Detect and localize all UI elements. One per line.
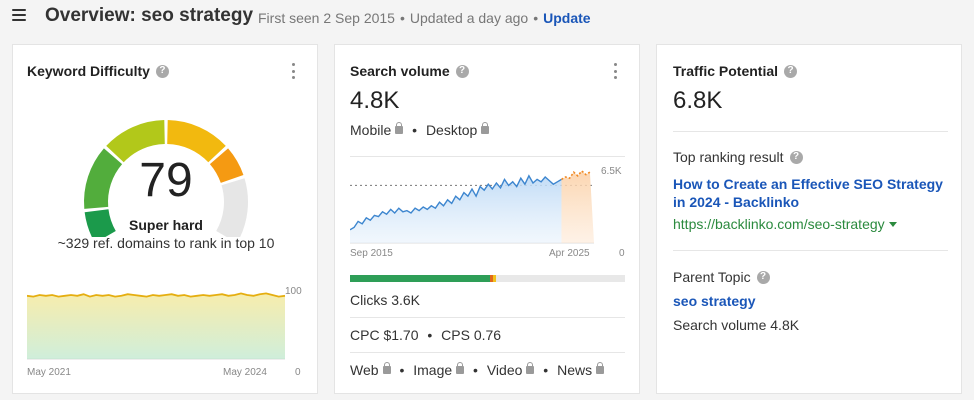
serp-video: Video	[486, 362, 523, 378]
serp-separator: •	[543, 362, 549, 378]
search-volume-card: Search volume? 4.8K Mobile • Desktop 6.5…	[334, 44, 640, 394]
traffic-potential-card: Traffic Potential? 6.8K Top ranking resu…	[656, 44, 962, 394]
top-result-title[interactable]: How to Create an Effective SEO Strategy …	[673, 175, 953, 211]
sv-devices: Mobile • Desktop	[350, 122, 490, 138]
kd-subtitle: ~329 ref. domains to rank in top 10	[57, 235, 275, 251]
top-result-url-row: https://backlinko.com/seo-strategy	[673, 216, 897, 232]
clicks-label: Clicks 3.6K	[350, 292, 421, 308]
kd-title: Keyword Difficulty?	[27, 63, 169, 79]
sv-trend-chart	[350, 169, 594, 244]
keyword-difficulty-card: Keyword Difficulty? 79 Super hard ~329 r…	[12, 44, 318, 394]
tp-divider	[673, 250, 948, 251]
lock-icon	[481, 122, 490, 134]
kd-title-text: Keyword Difficulty	[27, 63, 150, 79]
lock-icon	[395, 122, 404, 134]
sv-axis-y-min: 0	[619, 248, 625, 259]
page-title: Overview: seo strategy	[45, 5, 254, 26]
parent-topic-link[interactable]: seo strategy	[673, 293, 755, 309]
sv-divider	[350, 156, 625, 157]
lock-icon	[596, 362, 605, 374]
serp-news: News	[557, 362, 593, 378]
sv-title-text: Search volume	[350, 63, 450, 79]
sv-value: 4.8K	[350, 87, 400, 114]
update-link[interactable]: Update	[543, 10, 590, 26]
cpc-value: CPC $1.70	[350, 327, 419, 343]
tp-divider	[673, 131, 948, 132]
serp-image: Image	[413, 362, 453, 378]
parent-topic-label-row: Parent Topic?	[673, 269, 770, 285]
sv-divider	[350, 317, 625, 318]
kd-help-icon[interactable]: ?	[155, 64, 169, 78]
tp-title-text: Traffic Potential	[673, 63, 779, 79]
parent-topic-help-icon[interactable]: ?	[756, 270, 770, 284]
tp-value: 6.8K	[673, 87, 723, 114]
top-bar: Overview: seo strategy First seen 2 Sep …	[0, 0, 974, 36]
parent-topic-volume: Search volume 4.8K	[673, 317, 800, 333]
kd-score: 79	[139, 154, 193, 207]
top-result-help-icon[interactable]: ?	[789, 150, 803, 164]
top-result-url[interactable]: https://backlinko.com/seo-strategy	[673, 216, 885, 232]
sv-axis-y-max: 6.5K	[601, 166, 622, 177]
clicks-segment-organic	[350, 275, 491, 282]
kd-axis-x-end: May 2024	[223, 367, 267, 378]
first-seen-text: First seen 2 Sep 2015	[258, 10, 395, 26]
tp-title: Traffic Potential?	[673, 63, 798, 79]
device-mobile: Mobile	[350, 122, 392, 138]
cpc-separator: •	[427, 327, 433, 343]
sv-forecast-area	[561, 171, 594, 243]
cpc-cps-row: CPC $1.70 • CPS 0.76	[350, 327, 501, 343]
sv-help-icon[interactable]: ?	[455, 64, 469, 78]
meta-separator: •	[399, 10, 405, 26]
top-result-label: Top ranking result	[673, 149, 784, 165]
sv-title: Search volume?	[350, 63, 469, 79]
serp-features-row: Web • Image • Video • News	[350, 362, 605, 378]
kd-more-options-icon[interactable]	[292, 63, 296, 79]
sv-divider	[350, 352, 625, 353]
serp-separator: •	[473, 362, 478, 378]
kd-axis-y-min: 0	[295, 367, 301, 378]
kd-score-label: Super hard	[129, 217, 203, 233]
updated-text: Updated a day ago	[409, 10, 529, 26]
page-meta: First seen 2 Sep 2015 • Updated a day ago •…	[258, 10, 591, 26]
sv-more-options-icon[interactable]	[614, 63, 618, 79]
lock-icon	[382, 362, 391, 374]
tp-help-icon[interactable]: ?	[784, 64, 798, 78]
cps-value: CPS 0.76	[441, 327, 502, 343]
serp-web: Web	[350, 362, 379, 378]
sv-axis-x-start: Sep 2015	[350, 248, 393, 259]
kd-axis-y-max: 100	[285, 286, 302, 297]
clicks-distribution-bar	[350, 275, 625, 282]
lock-icon	[456, 362, 465, 374]
kd-axis-x-start: May 2021	[27, 367, 71, 378]
lock-icon	[526, 362, 535, 374]
clicks-segment-no-clicks	[495, 275, 625, 282]
kd-trend-chart	[27, 292, 286, 360]
meta-separator: •	[533, 10, 539, 26]
device-desktop: Desktop	[425, 122, 478, 138]
parent-topic-label: Parent Topic	[673, 269, 751, 285]
top-result-label-row: Top ranking result?	[673, 149, 803, 165]
serp-separator: •	[399, 362, 405, 378]
kd-chart-area	[27, 293, 285, 359]
menu-icon[interactable]	[12, 9, 26, 21]
sv-axis-x-end: Apr 2025	[549, 248, 590, 259]
caret-down-icon[interactable]	[888, 222, 897, 227]
device-separator: •	[412, 122, 418, 138]
